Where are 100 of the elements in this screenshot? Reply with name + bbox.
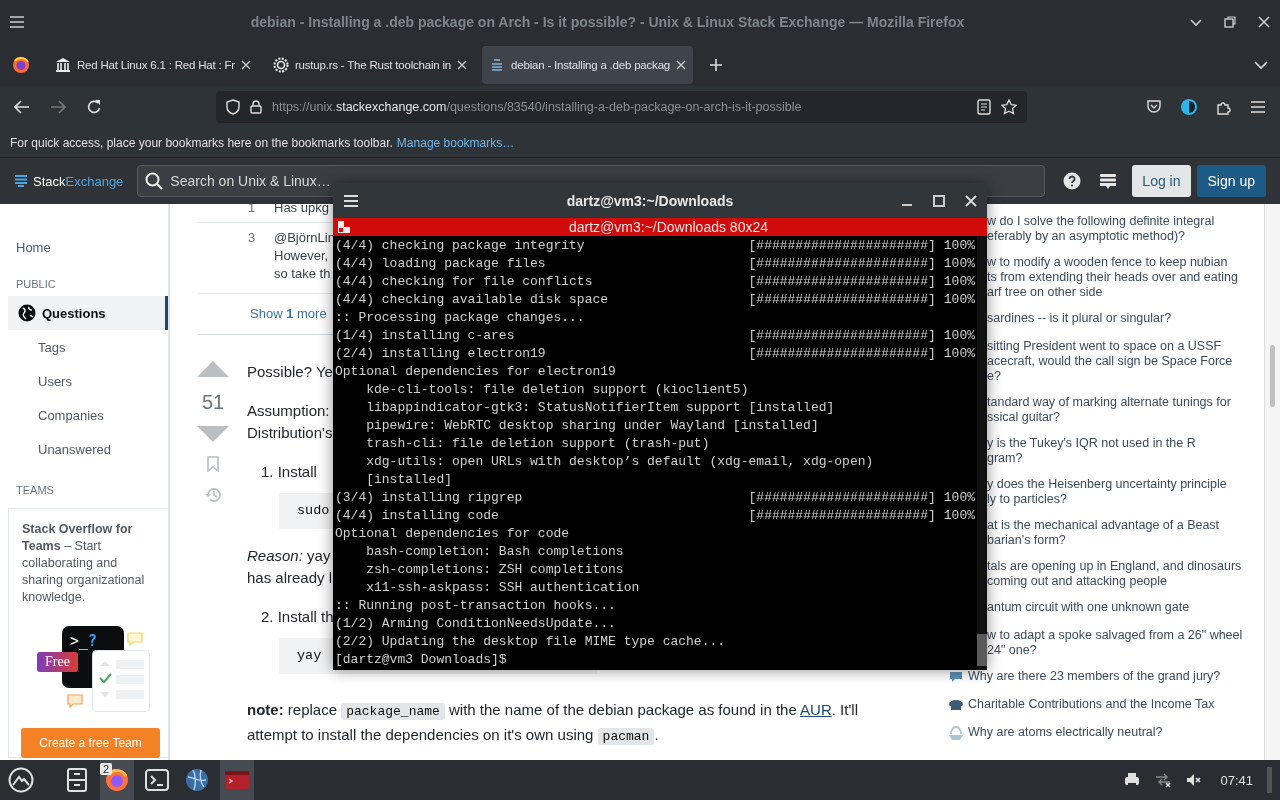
browser-tab[interactable]: Red Hat Linux 6.1 : Red Hat : Fr	[48, 46, 258, 84]
inbox-icon[interactable]	[1099, 172, 1118, 190]
comment-text: @BjörnLin However, so take th	[274, 229, 335, 283]
terminal-line: (1/4) installing c-ares [######################] 100%	[335, 327, 976, 345]
menu-icon[interactable]	[343, 193, 359, 208]
log-in-button[interactable]: Log in	[1132, 165, 1191, 197]
puzzle-icon[interactable]	[1216, 99, 1232, 115]
nav-item[interactable]: Home	[0, 230, 168, 264]
building-icon	[55, 57, 71, 73]
taskbar-app[interactable]: 2	[100, 760, 134, 800]
inline-code: package_name	[341, 702, 445, 720]
teams-promo-text: Stack Overflow for Teams – Start collaborating and sharing organizational knowledge.	[22, 521, 146, 606]
terminal-line: bash-completion: Bash completions	[365, 543, 625, 561]
site-icon	[948, 669, 964, 685]
panel-handle[interactable]	[1267, 767, 1272, 793]
chat-bubble-icon	[127, 632, 143, 646]
browser-tab[interactable]: rustup.rs - The Rust toolchain in	[265, 46, 475, 84]
terminal-line: (4/4) loading package files [######################] 100%	[335, 255, 976, 273]
nav-item[interactable]: Questions	[8, 296, 168, 330]
close-icon[interactable]	[676, 60, 687, 70]
pocket-icon[interactable]	[1146, 99, 1162, 115]
nav-item[interactable]: Tags	[0, 330, 168, 364]
scrollbar[interactable]	[1264, 204, 1280, 760]
hot-question-link[interactable]: w to adapt a spoke salvaged from a 26" wheel 24" one?	[987, 628, 1243, 658]
back-icon[interactable]	[14, 100, 30, 114]
terminal-line: (1/2) Arming ConditionNeedsUpdate...	[335, 615, 617, 633]
terminal-line: (4/4) checking for file conflicts [######################] 100%	[335, 273, 976, 291]
lock-icon[interactable]	[250, 100, 262, 114]
browser-icon	[104, 767, 130, 793]
gear-icon	[272, 57, 289, 73]
vote-count: 51	[201, 391, 225, 414]
terminal-line: Optional dependencies for electron19	[335, 363, 617, 381]
new-tab-icon[interactable]	[709, 58, 724, 72]
manage-bookmarks-link[interactable]: Manage bookmarks…	[396, 135, 515, 150]
hot-question-link[interactable]: tals are opening up in England, and dinosaurs coming out and attacking people	[987, 559, 1242, 589]
nav-item[interactable]: Users	[0, 364, 168, 398]
hot-question-link[interactable]: y does the Heisenberg uncertainty principle ly to particles?	[987, 477, 1227, 507]
globe-icon	[18, 304, 36, 322]
search-icon[interactable]	[145, 172, 164, 190]
hot-question-link[interactable]: Charitable Contributions and the Income Tax	[968, 697, 1215, 714]
terminal-line: x11-ssh-askpass: SSH authentication	[365, 579, 641, 597]
menu-icon[interactable]	[9, 15, 25, 29]
network-disconnected-icon[interactable]	[1154, 772, 1173, 788]
hot-question-link[interactable]: antum circuit with one unknown gate	[987, 600, 1190, 617]
chat-bubble-icon	[67, 694, 83, 708]
nav-item[interactable]: Companies	[0, 398, 168, 432]
reader-view-icon[interactable]	[977, 99, 991, 115]
browser-tab[interactable]: debian - Installing a .deb packag	[482, 46, 694, 84]
stack-icon	[14, 174, 28, 188]
terminal-line: (2/4) installing electron19 [######################] 100%	[335, 345, 976, 363]
terminal-scrollbar[interactable]	[977, 236, 987, 670]
answer-text: Reason: yay has already l	[247, 545, 333, 588]
terminal-line: (4/4) checking package integrity [######################] 100%	[335, 237, 976, 255]
hot-question-link[interactable]: at is the mechanical advantage of a Beast barian's form?	[987, 518, 1220, 548]
clock[interactable]: 07:41	[1220, 772, 1253, 788]
restore-icon[interactable]	[1224, 16, 1236, 28]
terminal-line: zsh-completions: ZSH completitons	[365, 561, 625, 579]
hot-question-link[interactable]: Why are there 23 members of the grand jury?	[968, 669, 1221, 686]
split-view-icon[interactable]	[338, 221, 350, 233]
terminal-line: trash-cli: file deletion support (trash-put)	[365, 435, 711, 453]
nav-heading: TEAMS	[15, 483, 55, 498]
nav-heading: PUBLIC	[15, 277, 57, 292]
terminal-line: :: Running post-transaction hooks...	[335, 597, 617, 615]
close-icon[interactable]	[965, 194, 977, 207]
close-icon[interactable]	[240, 60, 251, 70]
terminal-line: kde-cli-tools: file deletion support (kioclient5)	[365, 381, 750, 399]
show-more-comments-link[interactable]: Show 1 more	[250, 306, 327, 321]
muted-speaker-icon[interactable]	[1186, 773, 1203, 787]
window-title: debian - Installing a .deb package on Arch - Is it possible? - Unix & Linux Stack Exchange — Mozilla Firefox	[249, 14, 966, 30]
menu-icon[interactable]	[1250, 100, 1266, 114]
aur-link[interactable]: AUR	[800, 700, 832, 718]
forward-icon[interactable]	[50, 100, 66, 114]
terminal-line: [dartz@vm3 Downloads]$	[335, 651, 508, 669]
hot-question-link[interactable]: w to modify a wooden fence to keep nubian ts from extending their heads over and eating arf tree on other side	[987, 255, 1238, 300]
minimize-icon[interactable]	[1190, 16, 1202, 28]
browser-logo-icon[interactable]	[12, 56, 30, 74]
close-icon[interactable]	[457, 60, 468, 70]
nav-item[interactable]: Unanswered	[0, 432, 168, 466]
terminal-icon	[144, 767, 170, 793]
hot-question-link[interactable]: w do I solve the following definite integral eferably by an asymptotic method)?	[987, 214, 1215, 244]
maximize-icon[interactable]	[933, 194, 945, 207]
theme-icon[interactable]	[1180, 98, 1198, 116]
sign-up-button[interactable]: Sign up	[1196, 165, 1266, 197]
hot-question-link[interactable]: sardines -- is it plural or singular?	[987, 311, 1172, 328]
reload-icon[interactable]	[86, 99, 102, 115]
hot-question-link[interactable]: y is the Tukey's IQR not used in the R gram?	[987, 436, 1196, 466]
printer-icon[interactable]	[1124, 772, 1141, 788]
hot-question-link[interactable]: sitting President went to space on a USSF acecraft, would the call sign be Space Force e?	[987, 339, 1233, 384]
help-icon[interactable]	[1063, 172, 1082, 190]
hot-question-link[interactable]: tandard way of marking alternate tunings for ssical guitar?	[987, 395, 1231, 425]
terminal-line: xdg-utils: open URLs with desktop’s default (xdg-email, xdg-open)	[365, 453, 875, 471]
hot-question-link[interactable]: Why are atoms electrically neutral?	[968, 725, 1163, 742]
list-item-text: 2. Install th	[261, 606, 334, 627]
star-icon[interactable]	[1001, 99, 1017, 115]
shield-icon[interactable]	[226, 99, 240, 115]
close-icon[interactable]	[1258, 16, 1270, 28]
address-bar[interactable]: https://unix.stackexchange.com/questions/83540/installing-a-deb-package-on-arch-is-it-possible	[216, 91, 1027, 123]
site-logo[interactable]: StackExchange	[14, 173, 124, 189]
chevron-down-icon[interactable]	[1254, 60, 1268, 70]
site-icon	[948, 697, 964, 713]
